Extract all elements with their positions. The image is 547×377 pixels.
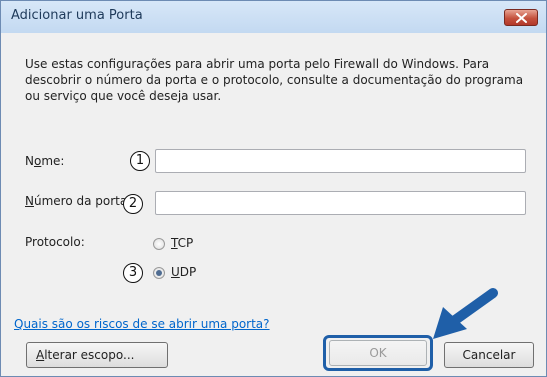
name-label: Nome: bbox=[25, 154, 65, 168]
protocol-label: Protocolo: bbox=[25, 235, 85, 249]
arrow-pointer-icon bbox=[433, 288, 498, 339]
marker-3: 3 bbox=[123, 263, 143, 283]
port-number-input[interactable] bbox=[155, 191, 526, 215]
tcp-radio[interactable] bbox=[153, 238, 165, 250]
close-icon bbox=[516, 13, 527, 23]
marker-2: 2 bbox=[123, 194, 143, 214]
description-text: Use estas configurações para abrir uma p… bbox=[25, 57, 524, 103]
risks-link[interactable]: Quais são os riscos de se abrir uma port… bbox=[14, 317, 270, 331]
ok-button[interactable]: OK bbox=[329, 340, 427, 366]
close-button[interactable] bbox=[504, 9, 538, 26]
udp-radio[interactable] bbox=[153, 267, 165, 279]
tcp-label[interactable]: TCP bbox=[171, 236, 193, 250]
dialog-title: Adicionar uma Porta bbox=[11, 8, 143, 23]
change-scope-button[interactable]: Alterar escopo... bbox=[26, 342, 168, 368]
add-port-dialog: Adicionar uma Porta Use estas configuraç… bbox=[0, 0, 547, 377]
marker-1: 1 bbox=[130, 151, 150, 171]
name-input[interactable] bbox=[155, 149, 526, 173]
udp-label[interactable]: UDP bbox=[171, 265, 196, 279]
port-number-label: Número da porta: bbox=[25, 194, 132, 208]
title-bar: Adicionar uma Porta bbox=[1, 1, 546, 33]
